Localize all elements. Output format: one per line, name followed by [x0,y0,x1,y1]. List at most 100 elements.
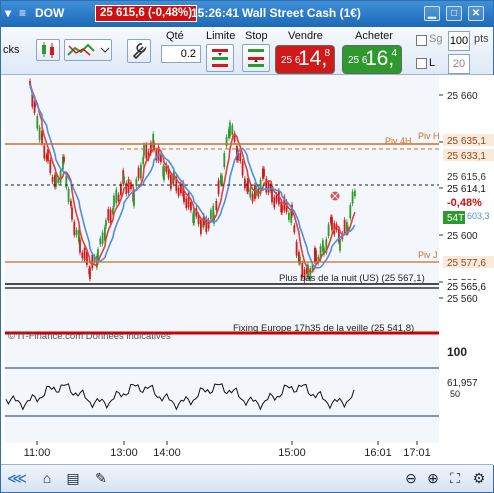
buy-label: Acheter [355,30,393,42]
candle-body [339,238,341,251]
piv-4h-tag: 25 633,1 [447,151,486,162]
candle-body [81,252,84,259]
candle-body [67,188,70,203]
limit-order-icon[interactable] [206,44,234,72]
zoom-in-icon[interactable]: ⊕ [423,468,443,488]
sell-label: Vendre [288,30,323,42]
stop-label: Stop [245,30,268,42]
candle-body [127,179,130,193]
instrument-name: Wall Street Cash (1€) [242,6,361,20]
settings-icon[interactable]: ⚙ [469,468,489,488]
candle-body [59,170,62,183]
indicators-icon[interactable]: ▤ [63,468,83,488]
sell-button[interactable]: 25 6 14, 8 [275,45,335,74]
candle-body [109,209,112,224]
current-up-tag: 25 615,6 [447,172,486,183]
candle-body [79,239,81,253]
time-tick-label: 11:00 [24,447,51,459]
candle-body [271,188,273,203]
candle-body [293,225,296,233]
fixing-label: Fixing Europe 17h35 de la veille (25 541… [233,323,414,334]
chart-style-icon[interactable] [64,39,112,61]
candle-body [113,195,115,207]
candle-body [327,224,330,236]
candle-body [244,178,246,189]
candle-body [160,154,162,163]
candle-body [263,168,265,177]
title-bar: ▾ ≡ DOW 25 615,6 (-0,48%) 15:26:41 Wall … [1,1,493,27]
dropdown-arrow-icon[interactable]: ▾ [5,6,11,20]
candle-body [231,125,234,135]
price-tick-label: 25 560 [447,294,478,305]
clock: 15:26:41 [191,6,240,20]
chart-type-icon[interactable]: ⌂ [37,468,57,488]
sell-price-big: 14, [298,47,328,70]
candle-body [115,189,118,204]
candle-body [343,219,346,234]
pivot-j-label: Piv J [418,250,438,260]
price-chart[interactable]: 25 66025 64025 62025 60025 58025 560Piv … [2,75,494,465]
symbol-label[interactable]: DOW [35,6,64,20]
menu-icon[interactable]: ≡ [19,6,26,20]
candle-body [281,205,283,213]
share-icon[interactable]: ⋘ [7,468,27,488]
l-input[interactable]: 20 [448,54,470,74]
countdown-tag: 54T [447,213,464,224]
fullscreen-icon[interactable]: ⛶ [445,468,465,488]
close-icon[interactable]: ✕ [468,6,484,21]
candle-body [123,176,125,183]
candle-body [288,212,290,220]
candle-body [89,267,91,280]
candle-body [143,145,145,156]
candle-body [273,197,276,208]
watermark-label: © IT-Finance.com Données indicatives [8,331,171,342]
price-tick-label: 25 660 [447,91,478,102]
candle-body [135,179,138,187]
candle-body [177,187,180,196]
candles-icon[interactable] [36,39,60,61]
candle-body [315,250,317,262]
candle-body [51,177,54,182]
piv-j-tag: 25 577,6 [447,258,486,269]
candle-body [63,156,65,162]
candle-body [120,183,122,195]
current-tag: 25 614,1 [447,184,486,195]
candle-body [140,164,142,179]
stop-order-icon[interactable] [242,44,270,72]
drawing-icon[interactable]: ✎ [91,468,111,488]
night-low-label: Plus bas de la nuit (US) (25 567,1) [279,273,425,284]
sg-input[interactable]: 100 [448,31,470,51]
buy-button[interactable]: 25 6 16, 4 [342,45,402,74]
candle-body [267,182,270,193]
candle-body [249,187,252,198]
minimize-icon[interactable]: ▁ [424,6,440,21]
sg-checkbox[interactable] [416,35,427,46]
candle-body [349,204,352,219]
candle-body [65,175,68,188]
candle-body [117,194,120,202]
candle-body [193,209,195,224]
candle-body [70,200,72,206]
maximize-icon[interactable]: □ [446,6,462,21]
candle-body [223,153,226,168]
candle-body [163,166,165,180]
candle-body [107,209,110,221]
candle-body [36,116,39,129]
pts-label: pts [474,33,489,45]
quantity-input[interactable]: 0.2 [161,45,201,63]
candle-body [185,198,188,208]
candle-body [183,193,185,203]
time-tick-label: 13:00 [110,447,138,459]
osc-tick-50: 50 [450,389,460,399]
candle-body [49,159,52,173]
candle-body [133,192,135,207]
osc-value-tag: 61,957 [447,378,478,389]
candle-body [137,167,140,179]
zoom-out-icon[interactable]: ⊖ [401,468,421,488]
wrench-icon[interactable] [127,39,151,63]
candle-body [99,238,102,245]
candle-body [251,193,254,202]
candle-body [200,219,202,234]
period-selector[interactable]: cks [3,44,20,56]
l-checkbox[interactable] [416,58,427,69]
